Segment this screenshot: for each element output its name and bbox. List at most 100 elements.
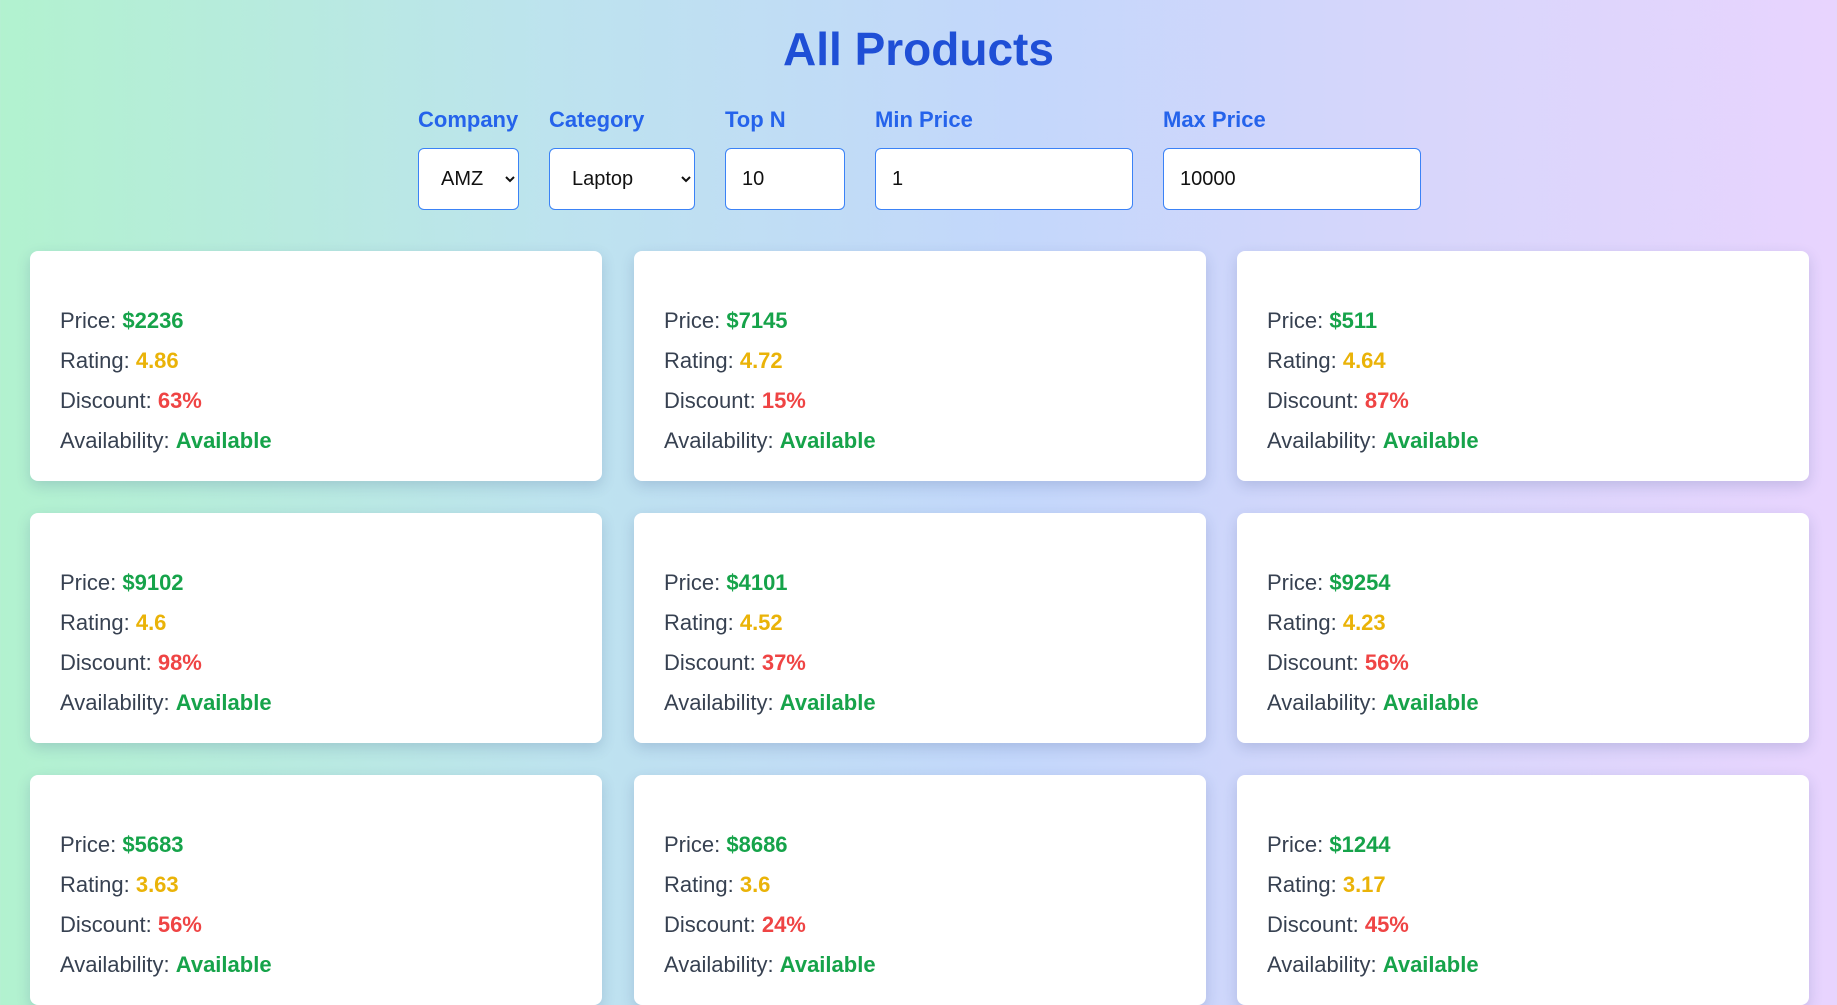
discount-row: Discount: 87% <box>1267 381 1809 421</box>
availability-value: Available <box>175 952 272 977</box>
rating-label: Rating: <box>1267 610 1343 635</box>
discount-value: 45% <box>1364 912 1409 937</box>
price-label: Price: <box>60 570 123 595</box>
rating-label: Rating: <box>60 872 136 897</box>
price-label: Price: <box>664 832 727 857</box>
product-card: Price: $5683 Rating: 3.63 Discount: 56% … <box>30 775 602 1005</box>
rating-row: Rating: 4.6 <box>60 603 602 643</box>
price-row: Price: $511 <box>1267 301 1809 341</box>
discount-row: Discount: 24% <box>664 905 1206 945</box>
rating-label: Rating: <box>1267 348 1343 373</box>
availability-row: Availability: Available <box>664 421 1206 461</box>
company-label: Company <box>418 107 519 132</box>
discount-row: Discount: 98% <box>60 643 602 683</box>
availability-value: Available <box>1382 690 1479 715</box>
rating-value: 3.17 <box>1342 872 1386 897</box>
rating-label: Rating: <box>664 348 740 373</box>
discount-row: Discount: 37% <box>664 643 1206 683</box>
availability-row: Availability: Available <box>1267 421 1809 461</box>
discount-label: Discount: <box>664 912 762 937</box>
min-price-input[interactable] <box>875 148 1133 210</box>
price-row: Price: $7145 <box>664 301 1206 341</box>
price-value: $8686 <box>726 832 788 857</box>
availability-label: Availability: <box>1267 690 1383 715</box>
top-n-input[interactable] <box>725 148 845 210</box>
availability-label: Availability: <box>60 952 176 977</box>
price-row: Price: $9102 <box>60 563 602 603</box>
availability-row: Availability: Available <box>1267 683 1809 723</box>
rating-row: Rating: 4.72 <box>664 341 1206 381</box>
max-price-input[interactable] <box>1163 148 1421 210</box>
rating-row: Rating: 4.86 <box>60 341 602 381</box>
availability-value: Available <box>779 428 876 453</box>
rating-row: Rating: 4.52 <box>664 603 1206 643</box>
availability-label: Availability: <box>664 952 780 977</box>
min-price-label: Min Price <box>875 107 973 132</box>
rating-row: Rating: 4.64 <box>1267 341 1809 381</box>
discount-label: Discount: <box>60 650 158 675</box>
price-label: Price: <box>60 832 123 857</box>
price-label: Price: <box>1267 308 1330 333</box>
discount-row: Discount: 63% <box>60 381 602 421</box>
rating-value: 4.23 <box>1342 610 1386 635</box>
discount-label: Discount: <box>664 650 762 675</box>
rating-row: Rating: 3.17 <box>1267 865 1809 905</box>
price-value: $9102 <box>122 570 184 595</box>
discount-label: Discount: <box>664 388 762 413</box>
category-select[interactable]: Laptop <box>549 148 695 210</box>
price-row: Price: $4101 <box>664 563 1206 603</box>
rating-label: Rating: <box>664 872 740 897</box>
rating-value: 4.86 <box>135 348 179 373</box>
rating-label: Rating: <box>1267 872 1343 897</box>
availability-label: Availability: <box>664 428 780 453</box>
rating-row: Rating: 4.23 <box>1267 603 1809 643</box>
price-row: Price: $9254 <box>1267 563 1809 603</box>
price-value: $4101 <box>726 570 788 595</box>
availability-row: Availability: Available <box>664 683 1206 723</box>
rating-label: Rating: <box>60 610 136 635</box>
availability-label: Availability: <box>60 690 176 715</box>
price-row: Price: $2236 <box>60 301 602 341</box>
price-label: Price: <box>1267 832 1330 857</box>
discount-row: Discount: 45% <box>1267 905 1809 945</box>
rating-value: 4.6 <box>135 610 167 635</box>
top-n-label: Top N <box>725 107 786 132</box>
rating-value: 4.64 <box>1342 348 1386 373</box>
availability-value: Available <box>1382 428 1479 453</box>
discount-row: Discount: 56% <box>1267 643 1809 683</box>
discount-value: 56% <box>1364 650 1409 675</box>
discount-value: 87% <box>1364 388 1409 413</box>
discount-label: Discount: <box>60 388 158 413</box>
rating-label: Rating: <box>60 348 136 373</box>
company-select[interactable]: AMZ <box>418 148 519 210</box>
availability-value: Available <box>779 690 876 715</box>
price-value: $2236 <box>122 308 184 333</box>
page-title: All Products <box>783 23 1054 75</box>
product-card: Price: $7145 Rating: 4.72 Discount: 15% … <box>634 251 1206 481</box>
discount-value: 15% <box>761 388 806 413</box>
price-value: $1244 <box>1329 832 1391 857</box>
price-label: Price: <box>1267 570 1330 595</box>
rating-value: 4.72 <box>739 348 783 373</box>
price-value: $9254 <box>1329 570 1391 595</box>
discount-value: 37% <box>761 650 806 675</box>
availability-row: Availability: Available <box>664 945 1206 985</box>
discount-label: Discount: <box>1267 650 1365 675</box>
product-card: Price: $2236 Rating: 4.86 Discount: 63% … <box>30 251 602 481</box>
discount-value: 56% <box>157 912 202 937</box>
rating-value: 3.6 <box>739 872 771 897</box>
price-label: Price: <box>664 308 727 333</box>
rating-row: Rating: 3.63 <box>60 865 602 905</box>
rating-label: Rating: <box>664 610 740 635</box>
discount-label: Discount: <box>1267 912 1365 937</box>
discount-row: Discount: 56% <box>60 905 602 945</box>
availability-row: Availability: Available <box>60 421 602 461</box>
price-row: Price: $1244 <box>1267 825 1809 865</box>
price-label: Price: <box>664 570 727 595</box>
discount-label: Discount: <box>60 912 158 937</box>
product-card: Price: $9254 Rating: 4.23 Discount: 56% … <box>1237 513 1809 743</box>
rating-row: Rating: 3.6 <box>664 865 1206 905</box>
availability-label: Availability: <box>664 690 780 715</box>
price-value: $5683 <box>122 832 184 857</box>
discount-label: Discount: <box>1267 388 1365 413</box>
